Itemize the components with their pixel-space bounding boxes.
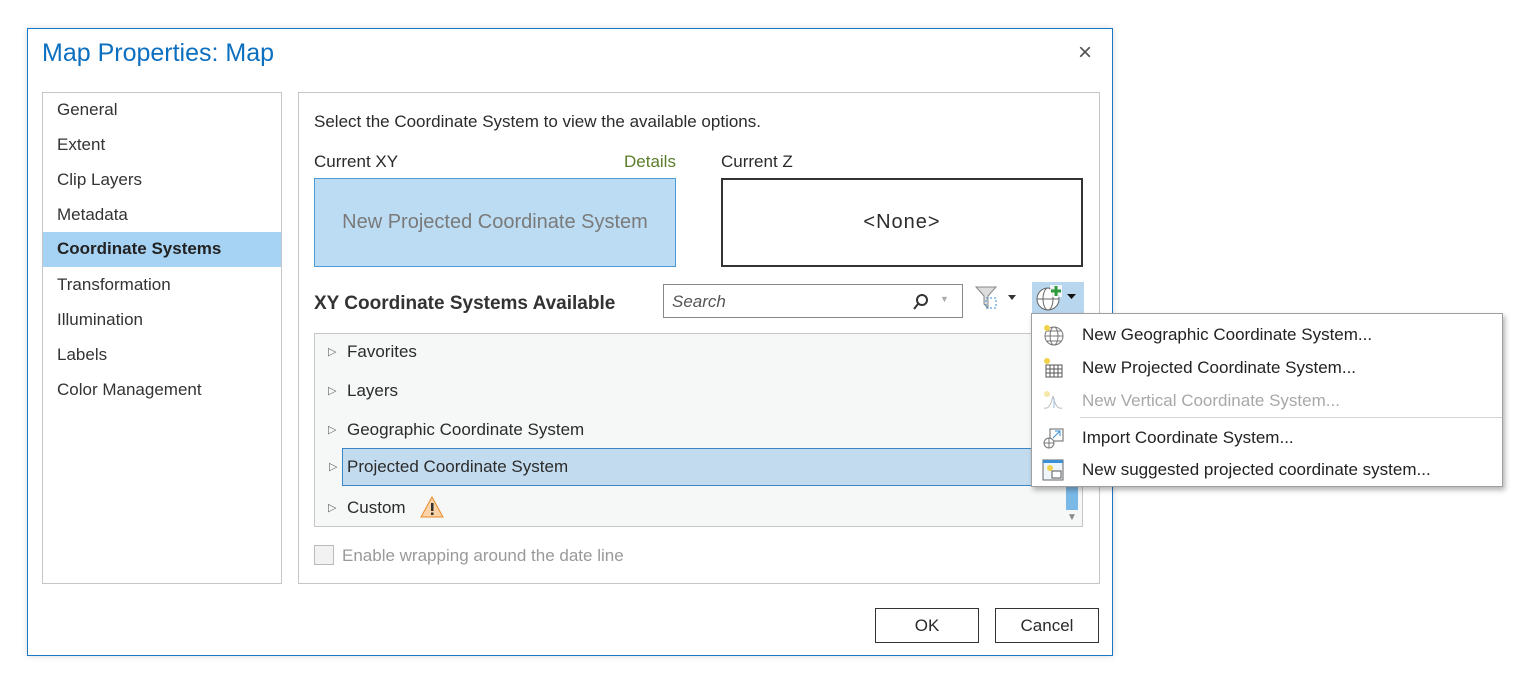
instruction-text: Select the Coordinate System to view the… [314, 112, 761, 131]
suggested-projected-icon [1042, 459, 1064, 481]
new-geographic-globe-icon [1044, 325, 1064, 346]
menu-item-new-vertical[interactable]: New Vertical Coordinate System... [1032, 384, 1502, 417]
filter-icon[interactable] [974, 284, 1022, 316]
sidebar-item-labels[interactable]: Labels [43, 338, 281, 373]
import-icon [1043, 428, 1064, 449]
tree-item-label: Projected Coordinate System [347, 457, 569, 476]
coordinate-systems-tree: ▷ Favorites ▷ Layers ▷ Geographic Coordinat… [314, 333, 1083, 527]
current-xy-label: Current XY [314, 152, 399, 171]
tree-item-label: Favorites [347, 342, 417, 361]
tree-item-custom[interactable]: ▷ Custom [315, 490, 1067, 528]
sidebar-item-illumination[interactable]: Illumination [43, 303, 281, 338]
menu-item-label: New Projected Coordinate System... [1082, 358, 1357, 377]
menu-item-label: New Vertical Coordinate System... [1082, 391, 1340, 410]
ok-button[interactable]: OK [875, 608, 979, 643]
tree-item-label: Layers [347, 381, 399, 400]
dialog-title: Map Properties: Map [42, 39, 275, 67]
map-properties-dialog: Map Properties: Map × General Extent Cli… [27, 28, 1113, 656]
expand-icon[interactable]: ▷ [328, 490, 336, 526]
search-input[interactable]: Search ▼ [663, 284, 963, 318]
available-heading: XY Coordinate Systems Available [314, 293, 616, 314]
expand-icon[interactable]: ▷ [328, 412, 336, 448]
warning-icon [420, 496, 444, 518]
tree-item-label: Custom [347, 498, 406, 517]
scrollbar-thumb[interactable] [1066, 484, 1078, 510]
details-link[interactable]: Details [624, 152, 676, 172]
menu-item-new-projected[interactable]: New Projected Coordinate System... [1032, 351, 1502, 384]
sidebar-item-clip-layers[interactable]: Clip Layers [43, 163, 281, 198]
menu-item-import[interactable]: Import Coordinate System... [1032, 421, 1502, 454]
search-icon [913, 294, 928, 310]
new-coordinate-system-button[interactable] [1032, 282, 1084, 314]
menu-item-label: New Geographic Coordinate System... [1082, 325, 1373, 344]
tree-item-favorites[interactable]: ▷ Favorites [315, 334, 1067, 372]
close-icon[interactable]: × [1078, 39, 1092, 67]
sidebar-item-coordinate-systems[interactable]: Coordinate Systems [43, 232, 281, 267]
menu-item-label: Import Coordinate System... [1082, 428, 1294, 447]
new-coordinate-system-menu: New Geographic Coordinate System... New … [1031, 313, 1503, 487]
scroll-down-icon[interactable]: ▼ [1067, 512, 1077, 523]
menu-item-label: New suggested projected coordinate syste… [1082, 460, 1431, 479]
globe-add-icon [1036, 285, 1076, 311]
sidebar-item-color-management[interactable]: Color Management [43, 373, 281, 408]
coordinate-systems-panel: Select the Coordinate System to view the… [298, 92, 1100, 584]
menu-item-new-geographic[interactable]: New Geographic Coordinate System... [1032, 318, 1502, 351]
current-z-box[interactable]: <None> [721, 178, 1083, 267]
search-dropdown-icon[interactable]: ▼ [940, 294, 949, 304]
sidebar-item-metadata[interactable]: Metadata [43, 198, 281, 233]
search-placeholder: Search [672, 292, 726, 311]
current-xy-box[interactable]: New Projected Coordinate System [314, 178, 676, 267]
new-vertical-icon [1043, 391, 1063, 409]
tree-item-label: Geographic Coordinate System [347, 420, 585, 439]
wrap-checkbox[interactable] [314, 545, 334, 565]
tree-item-geographic[interactable]: ▷ Geographic Coordinate System [315, 412, 1067, 450]
sidebar-nav: General Extent Clip Layers Metadata Coor… [42, 92, 282, 584]
tree-item-projected[interactable]: ▷ Projected Coordinate System [329, 448, 1032, 486]
expand-icon[interactable]: ▷ [328, 334, 336, 370]
cancel-button[interactable]: Cancel [995, 608, 1099, 643]
menu-item-suggested-projected[interactable]: New suggested projected coordinate syste… [1032, 453, 1502, 486]
menu-separator [1080, 417, 1502, 418]
wrap-checkbox-label: Enable wrapping around the date line [342, 546, 624, 565]
new-projected-grid-icon [1044, 358, 1063, 378]
sidebar-item-transformation[interactable]: Transformation [43, 268, 281, 303]
expand-icon[interactable]: ▷ [329, 449, 337, 485]
current-z-label: Current Z [721, 152, 793, 171]
sidebar-item-extent[interactable]: Extent [43, 128, 281, 163]
sidebar-item-general[interactable]: General [43, 93, 281, 128]
expand-icon[interactable]: ▷ [328, 373, 336, 409]
tree-item-layers[interactable]: ▷ Layers [315, 373, 1067, 411]
